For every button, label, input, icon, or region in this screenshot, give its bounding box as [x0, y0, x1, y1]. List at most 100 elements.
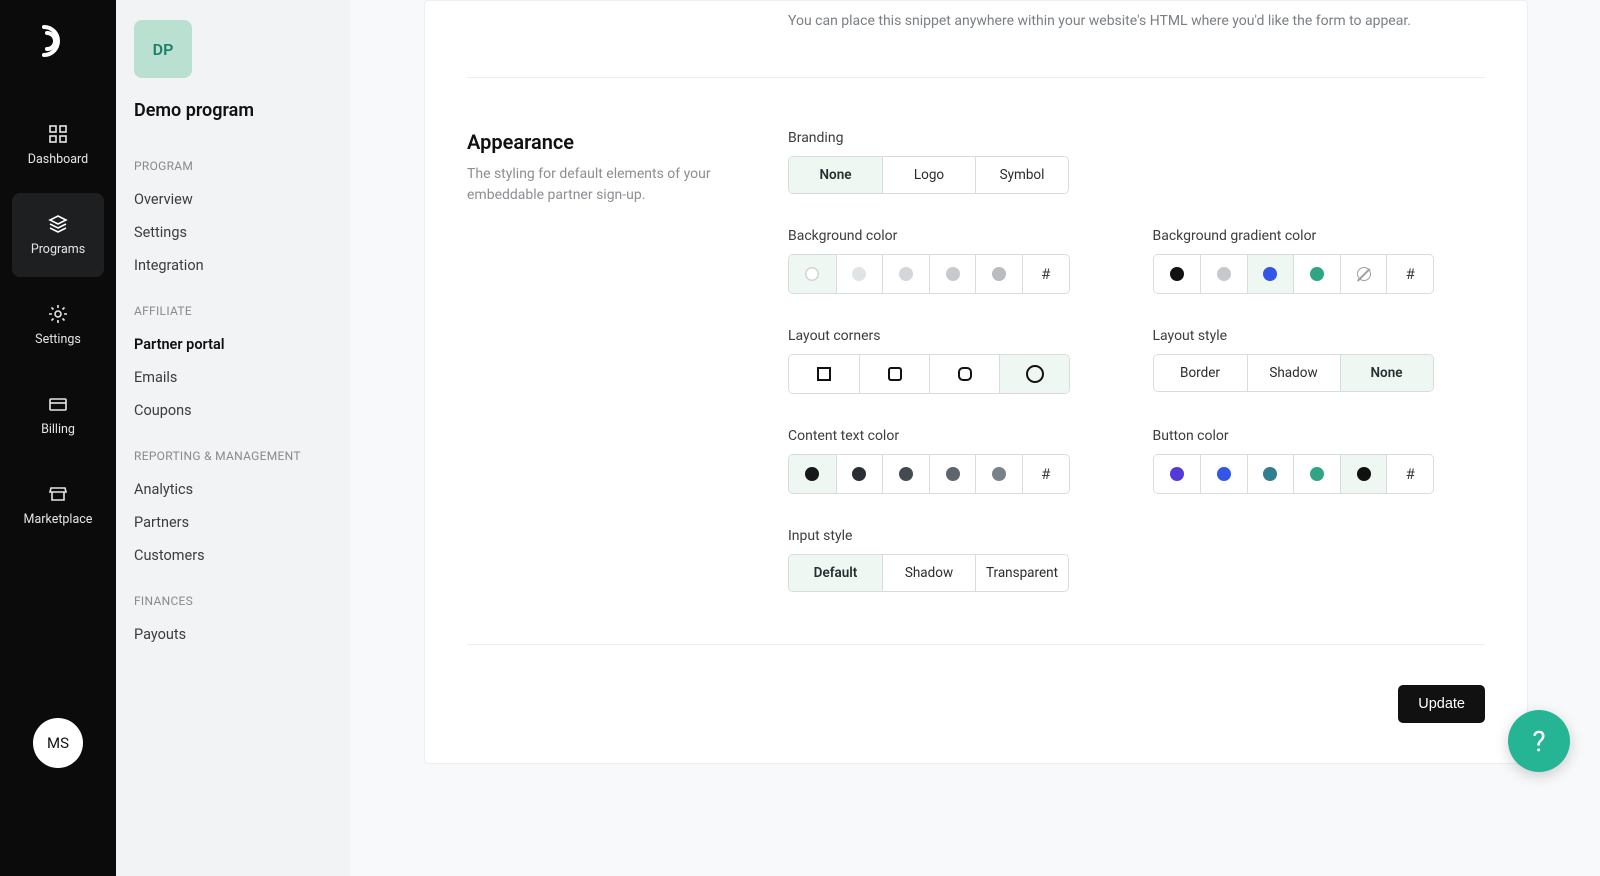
button-color-swatch-4[interactable] [1340, 455, 1387, 493]
sidebar-link-settings[interactable]: Settings [134, 216, 332, 249]
sidebar-link-partner-portal[interactable]: Partner portal [134, 328, 332, 361]
rail-label: Billing [41, 422, 75, 437]
rail-label: Settings [35, 332, 81, 347]
branding-option-logo[interactable]: Logo [882, 157, 975, 193]
button-color-custom[interactable]: # [1386, 455, 1433, 493]
square-corner-icon [817, 367, 831, 381]
text-color-swatch-2[interactable] [882, 455, 929, 493]
input-style-label: Input style [788, 528, 1485, 544]
circle-corner-icon [1026, 365, 1044, 383]
layout-style-none[interactable]: None [1340, 355, 1433, 391]
update-row: Update [467, 685, 1485, 723]
branding-field: Branding None Logo Symbol [788, 130, 1485, 194]
rounded-sm-corner-icon [888, 367, 902, 381]
rail-label: Marketplace [24, 512, 93, 527]
bg-gradient-swatches: # [1153, 254, 1435, 294]
branding-option-none[interactable]: None [789, 157, 882, 193]
bg-gradient-field: Background gradient color # [1153, 228, 1486, 294]
bg-gradient-swatch-3[interactable] [1293, 255, 1340, 293]
appearance-section: Appearance The styling for default eleme… [467, 78, 1485, 644]
bg-color-label: Background color [788, 228, 1121, 244]
program-badge: DP [134, 20, 192, 78]
bg-color-custom[interactable]: # [1022, 255, 1069, 293]
input-style-default[interactable]: Default [789, 555, 882, 591]
input-style-shadow[interactable]: Shadow [882, 555, 975, 591]
bg-gradient-swatch-1[interactable] [1200, 255, 1247, 293]
rail-item-programs[interactable]: Programs [12, 193, 104, 277]
bg-color-swatch-3[interactable] [929, 255, 976, 293]
avatar-initials: MS [47, 734, 69, 752]
layout-style-border[interactable]: Border [1154, 355, 1247, 391]
program-title: Demo program [134, 100, 332, 121]
text-color-swatch-3[interactable] [929, 455, 976, 493]
button-color-swatch-3[interactable] [1293, 455, 1340, 493]
rail-label: Dashboard [28, 152, 88, 167]
credit-card-icon [47, 393, 69, 415]
button-color-swatch-1[interactable] [1200, 455, 1247, 493]
corner-option-circle[interactable] [999, 355, 1069, 393]
help-button[interactable]: ? [1508, 710, 1570, 772]
sidebar-section-program: Program [134, 159, 332, 173]
bg-gradient-none[interactable] [1340, 255, 1387, 293]
help-icon: ? [1532, 725, 1545, 758]
sidebar-section-reporting: Reporting & Management [134, 449, 332, 463]
logo-icon [39, 22, 77, 60]
store-icon [47, 483, 69, 505]
bg-color-swatch-2[interactable] [882, 255, 929, 293]
program-sidebar: DP Demo program Program Overview Setting… [116, 0, 350, 876]
sidebar-link-emails[interactable]: Emails [134, 361, 332, 394]
snippet-desc: You can place this snippet anywhere with… [788, 13, 1485, 29]
sidebar-link-analytics[interactable]: Analytics [134, 473, 332, 506]
sidebar-link-coupons[interactable]: Coupons [134, 394, 332, 427]
sidebar-link-payouts[interactable]: Payouts [134, 618, 332, 651]
corner-option-rounded-sm[interactable] [859, 355, 929, 393]
content-text-color-label: Content text color [788, 428, 1121, 444]
content-text-color-swatches: # [788, 454, 1070, 494]
input-style-field: Input style Default Shadow Transparent [788, 528, 1485, 592]
bg-color-swatch-4[interactable] [975, 255, 1022, 293]
gear-icon [47, 303, 69, 325]
layout-style-shadow[interactable]: Shadow [1247, 355, 1340, 391]
bg-color-swatch-0[interactable] [789, 255, 836, 293]
bg-color-swatches: # [788, 254, 1070, 294]
section-left: Appearance The styling for default eleme… [467, 130, 758, 592]
button-color-label: Button color [1153, 428, 1486, 444]
bg-gradient-swatch-2[interactable] [1247, 255, 1294, 293]
input-style-options: Default Shadow Transparent [788, 554, 1069, 592]
sidebar-link-overview[interactable]: Overview [134, 183, 332, 216]
text-color-swatch-4[interactable] [975, 455, 1022, 493]
rail-sidebar: Dashboard Programs Settings Billing [0, 0, 116, 876]
update-button[interactable]: Update [1398, 685, 1485, 723]
divider [467, 644, 1485, 645]
sidebar-link-integration[interactable]: Integration [134, 249, 332, 282]
input-style-transparent[interactable]: Transparent [975, 555, 1068, 591]
button-color-swatch-2[interactable] [1247, 455, 1294, 493]
rail-item-billing[interactable]: Billing [12, 373, 104, 457]
bg-color-field: Background color # [788, 228, 1121, 294]
user-avatar[interactable]: MS [33, 718, 83, 768]
text-color-swatch-1[interactable] [836, 455, 883, 493]
sidebar-link-partners[interactable]: Partners [134, 506, 332, 539]
rail-item-dashboard[interactable]: Dashboard [12, 103, 104, 187]
layout-style-field: Layout style Border Shadow None [1153, 328, 1486, 394]
bg-gradient-swatch-0[interactable] [1154, 255, 1201, 293]
corner-option-rounded-md[interactable] [929, 355, 999, 393]
rail-label: Programs [31, 242, 85, 257]
text-color-swatch-0[interactable] [789, 455, 836, 493]
bg-gradient-custom[interactable]: # [1386, 255, 1433, 293]
bg-color-swatch-1[interactable] [836, 255, 883, 293]
none-icon [1357, 267, 1371, 281]
program-badge-initials: DP [153, 40, 174, 59]
layout-style-label: Layout style [1153, 328, 1486, 344]
text-color-custom[interactable]: # [1022, 455, 1069, 493]
appearance-title: Appearance [467, 130, 758, 154]
settings-card: You can place this snippet anywhere with… [424, 0, 1528, 764]
rail-item-settings[interactable]: Settings [12, 283, 104, 367]
sidebar-link-customers[interactable]: Customers [134, 539, 332, 572]
branding-option-symbol[interactable]: Symbol [975, 157, 1068, 193]
corner-option-square[interactable] [789, 355, 859, 393]
button-color-swatch-0[interactable] [1154, 455, 1201, 493]
branding-segmented: None Logo Symbol [788, 156, 1069, 194]
content-text-color-field: Content text color # [788, 428, 1121, 494]
rail-item-marketplace[interactable]: Marketplace [12, 463, 104, 547]
